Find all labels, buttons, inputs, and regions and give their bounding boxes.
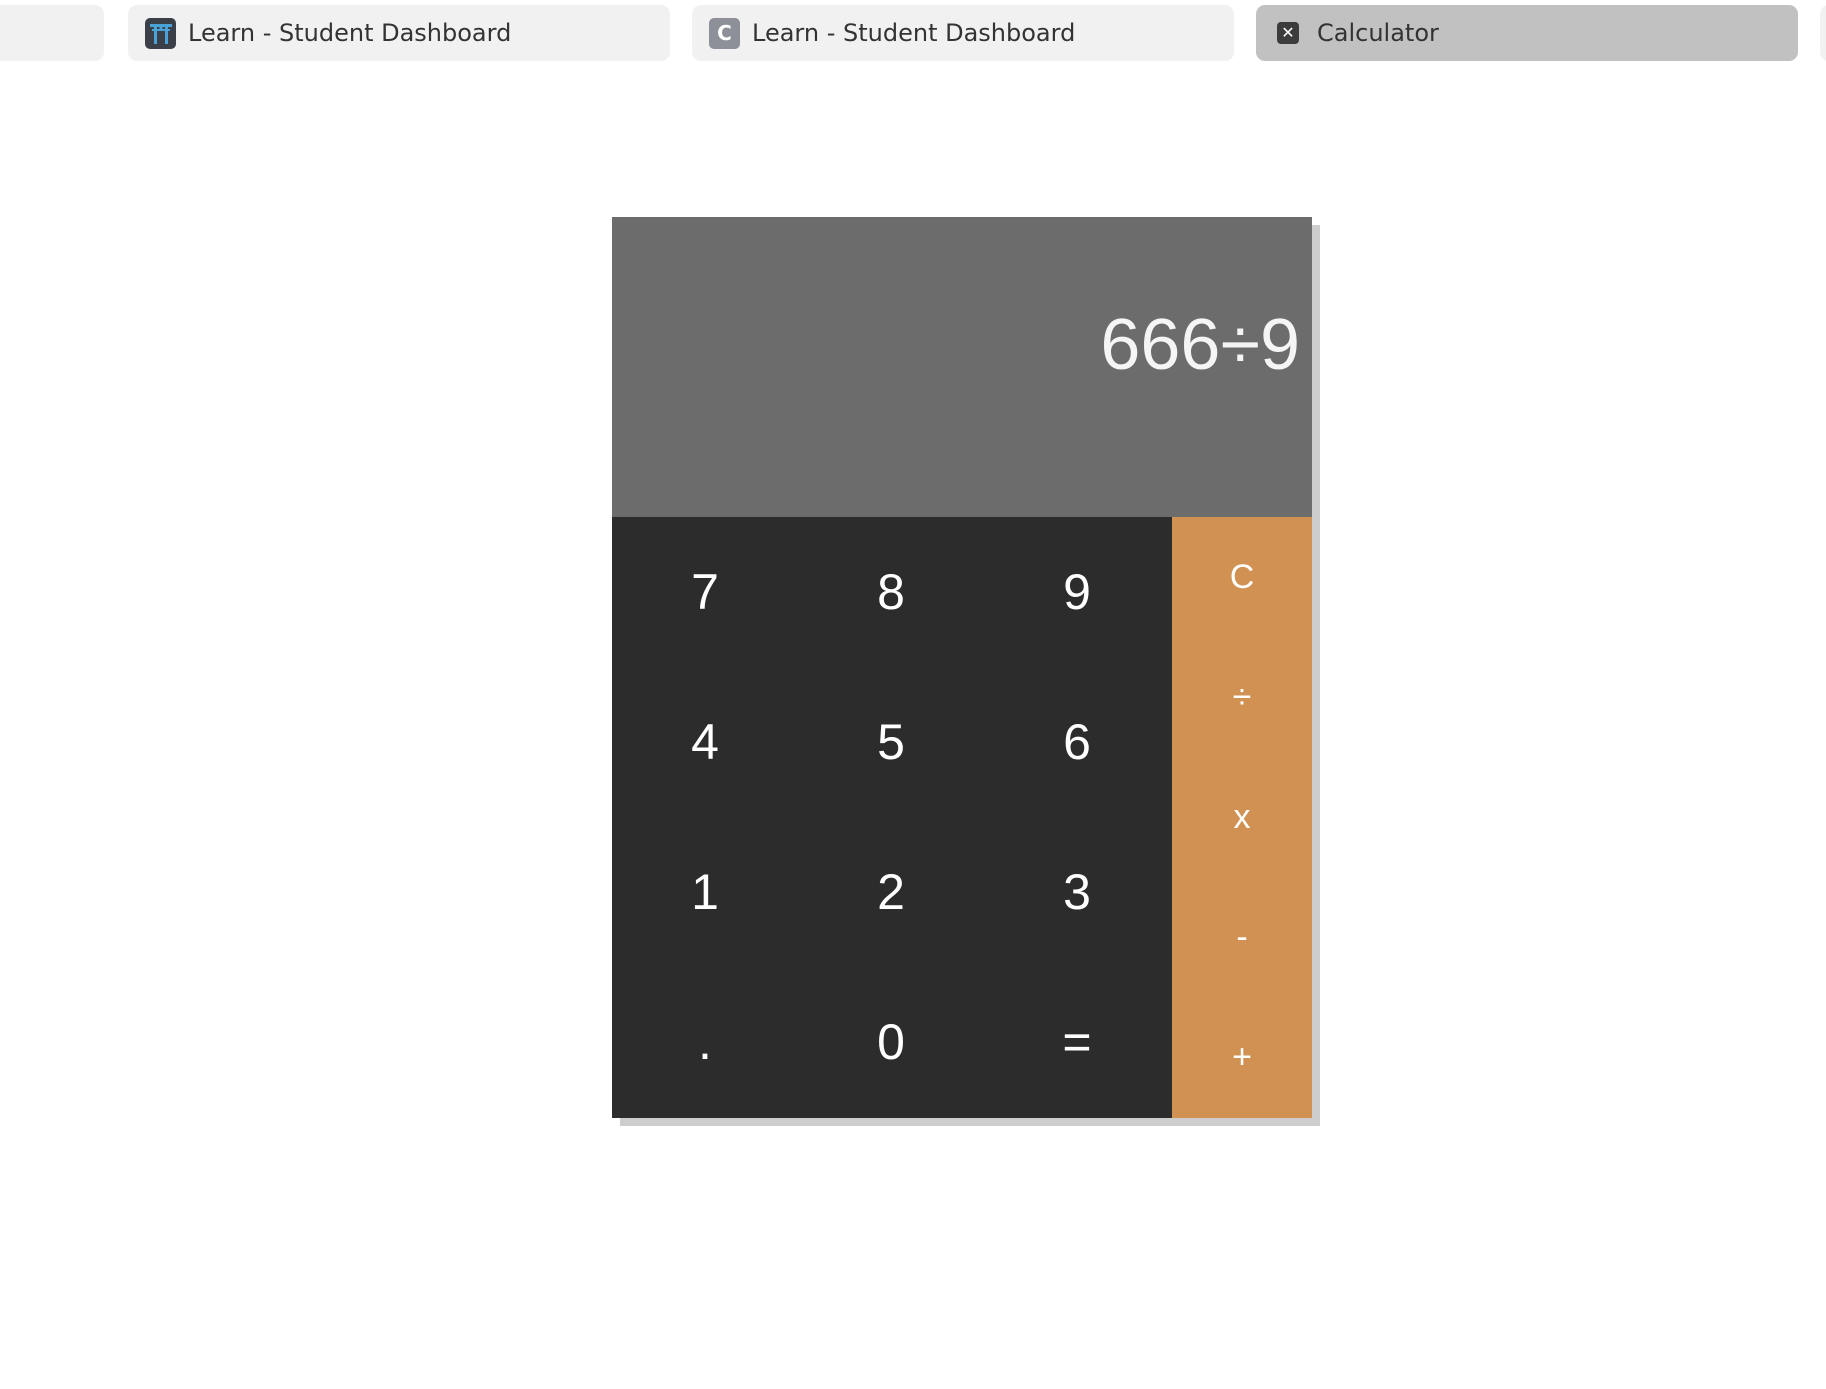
calculator: 666÷9 7 8 9 4 5 6 1 2 3 . 0 = C ÷ x - + — [612, 217, 1312, 1118]
key-1[interactable]: 1 — [612, 817, 798, 967]
tab-title: Calculator — [1317, 19, 1439, 47]
key-decimal[interactable]: . — [612, 967, 798, 1117]
tab-title: Learn - Student Dashboard — [188, 19, 512, 47]
key-subtract[interactable]: - — [1172, 877, 1312, 997]
tab-learn-student-dashboard-2[interactable]: C Learn - Student Dashboard — [692, 5, 1234, 61]
tab-partial-left[interactable] — [0, 5, 104, 61]
key-equals[interactable]: = — [984, 967, 1170, 1117]
key-5[interactable]: 5 — [798, 667, 984, 817]
key-multiply[interactable]: x — [1172, 757, 1312, 877]
tab-calculator[interactable]: ✕ Calculator — [1256, 5, 1798, 61]
torii-gate-icon — [145, 17, 176, 49]
key-divide[interactable]: ÷ — [1172, 637, 1312, 757]
key-2[interactable]: 2 — [798, 817, 984, 967]
key-9[interactable]: 9 — [984, 517, 1170, 667]
display-value: 666÷9 — [1100, 305, 1300, 385]
key-add[interactable]: + — [1172, 997, 1312, 1117]
key-clear[interactable]: C — [1172, 517, 1312, 637]
key-3[interactable]: 3 — [984, 817, 1170, 967]
calculator-display: 666÷9 — [612, 217, 1312, 517]
number-keypad: 7 8 9 4 5 6 1 2 3 . 0 = — [612, 517, 1172, 1118]
key-0[interactable]: 0 — [798, 967, 984, 1117]
key-6[interactable]: 6 — [984, 667, 1170, 817]
key-8[interactable]: 8 — [798, 517, 984, 667]
browser-tab-strip: Learn - Student Dashboard C Learn - Stud… — [0, 0, 1826, 70]
key-4[interactable]: 4 — [612, 667, 798, 817]
operator-column: C ÷ x - + — [1172, 517, 1312, 1118]
tab-partial-right[interactable] — [1820, 5, 1826, 61]
key-7[interactable]: 7 — [612, 517, 798, 667]
tab-title: Learn - Student Dashboard — [752, 19, 1076, 47]
c-letter-icon: C — [709, 17, 740, 49]
close-box-icon: ✕ — [1277, 22, 1299, 44]
tab-learn-student-dashboard-1[interactable]: Learn - Student Dashboard — [128, 5, 670, 61]
